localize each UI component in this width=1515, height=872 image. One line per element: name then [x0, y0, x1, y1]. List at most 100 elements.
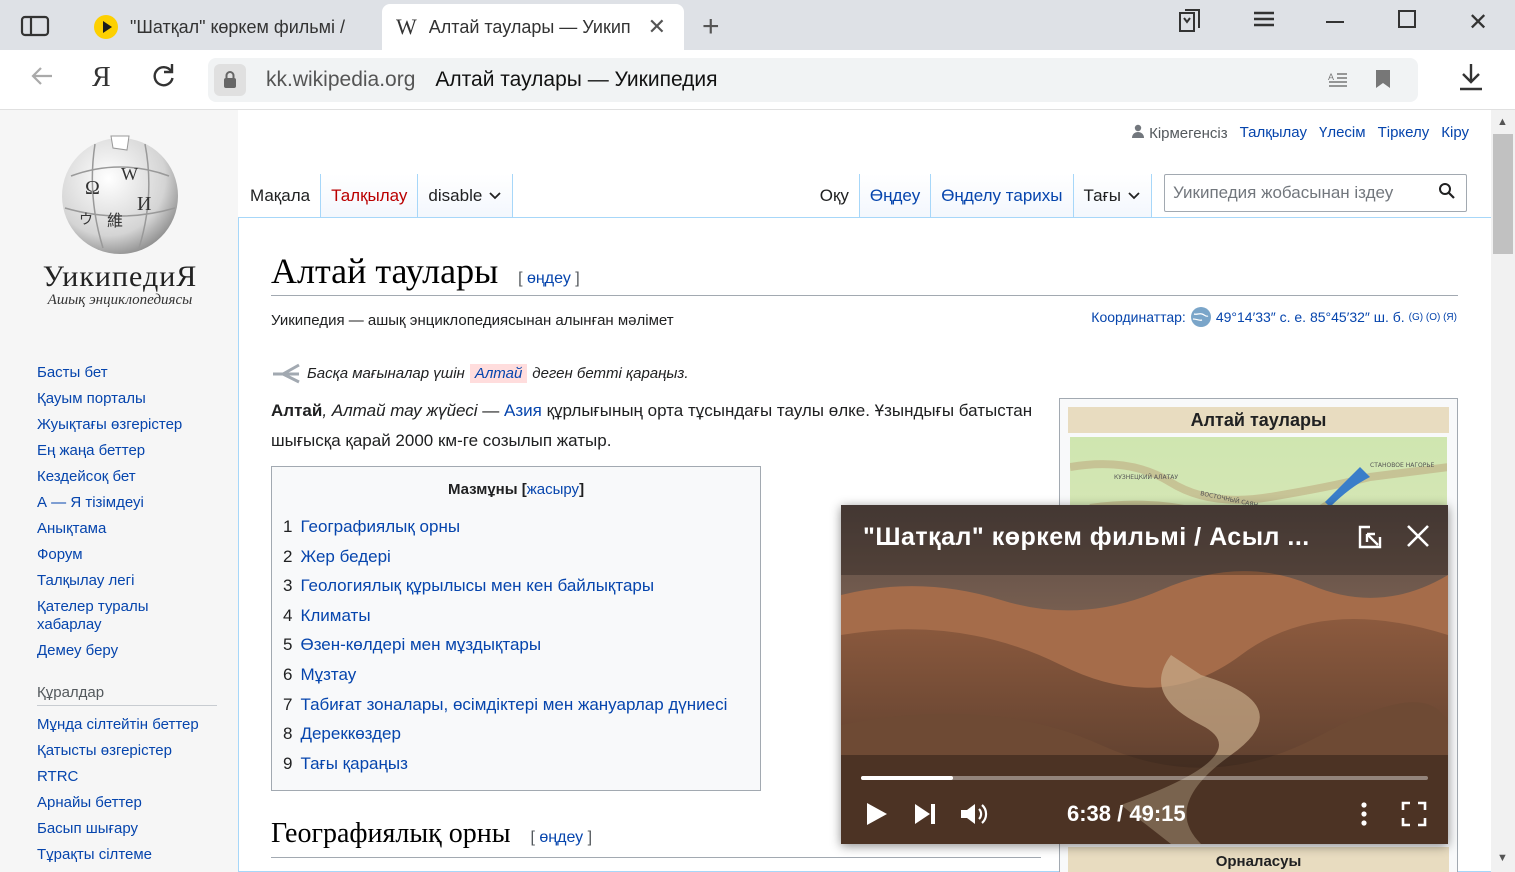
asia-link[interactable]: Азия [504, 401, 542, 420]
url-domain: kk.wikipedia.org [266, 68, 416, 91]
reload-icon[interactable] [150, 62, 176, 97]
variant-label: disable [428, 185, 483, 205]
disambiguation-icon [273, 363, 300, 384]
address-bar[interactable]: kk.wikipedia.org Алтай таулары — Уикипед… [208, 58, 1418, 102]
tool-what-links-here[interactable]: Мұнда сілтейтін беттер [37, 712, 217, 738]
browser-toolbar: Я kk.wikipedia.org Алтай таулары — Уикип… [0, 50, 1515, 110]
more-options-icon[interactable] [1358, 801, 1370, 830]
nav-discussion-feed[interactable]: Талқылау легі [37, 568, 217, 594]
lead-dash: — [477, 401, 505, 420]
search-icon[interactable] [1438, 182, 1456, 205]
personal-register-link[interactable]: Тіркелу [1378, 124, 1430, 142]
close-tab-icon[interactable]: ✕ [648, 14, 666, 40]
scroll-up-icon[interactable]: ▲ [1497, 116, 1508, 128]
tool-permanent-link[interactable]: Тұрақты сілтеме [37, 842, 217, 868]
close-window-icon[interactable]: ✕ [1468, 8, 1488, 37]
svg-text:КУЗНЕЦКИЙ АЛАТАУ: КУЗНЕЦКИЙ АЛАТАУ [1114, 474, 1178, 481]
nav-recent-changes[interactable]: Жуықтағы өзгерістер [37, 412, 217, 438]
nav-donate[interactable]: Демеу беру [37, 638, 217, 664]
personal-contributions-link[interactable]: Үлесім [1319, 124, 1366, 142]
tab-wikipedia[interactable]: W Алтай таулары — Уикип ✕ [382, 4, 684, 50]
svg-text:ウ: ウ [79, 212, 93, 228]
lock-icon[interactable] [214, 64, 246, 96]
toc-item[interactable]: 8 Дереккөздер [283, 719, 760, 749]
restore-video-icon[interactable] [1356, 523, 1384, 554]
puzzle-globe-icon: Ω W И 維 ウ [51, 128, 189, 258]
wikipedia-logo[interactable]: Ω W И 維 ウ УикипедиЯ Ашық энциклопедиясы [30, 128, 210, 309]
scroll-down-icon[interactable]: ▼ [1497, 852, 1508, 864]
tab-variant-dropdown[interactable]: disable [418, 174, 514, 217]
download-icon[interactable] [1458, 62, 1484, 100]
toc-item[interactable]: 3 Геологиялық құрылысы мен кен байлықтары [283, 571, 760, 601]
coords-map-links[interactable]: (G) (O) (Я) [1409, 312, 1457, 323]
svg-text:Ω: Ω [85, 177, 100, 199]
wikipedia-favicon-icon: W [396, 14, 417, 39]
hatnote-text-after: деген бетті қараңыз. [532, 364, 689, 382]
play-icon[interactable] [863, 801, 889, 830]
bookmark-icon[interactable] [1375, 69, 1391, 92]
video-popup[interactable]: "Шатқал" көркем фильмі / Асыл ... 6:38 /… [841, 505, 1448, 844]
maximize-icon[interactable] [1396, 8, 1418, 37]
tool-rtrc[interactable]: RTRC [37, 764, 217, 790]
close-video-icon[interactable] [1405, 523, 1431, 552]
menu-icon[interactable] [1252, 8, 1276, 37]
new-tab-icon[interactable]: + [702, 10, 720, 44]
page-heading: Алтай таулары [ өңдеу ] [271, 250, 1458, 296]
tab-history[interactable]: Өңделу тарихы [931, 174, 1074, 217]
tab-edit[interactable]: Өңдеу [859, 174, 932, 217]
collections-icon[interactable] [1178, 8, 1202, 41]
nav-forum[interactable]: Форум [37, 542, 217, 568]
tab-read[interactable]: Оқу [809, 174, 860, 217]
toc-title: Мазмұны [жасыру] [447, 481, 585, 498]
view-tabs: Оқу Өңдеу Өңделу тарихы Тағы Уикипедия ж… [809, 174, 1491, 217]
nav-a-z-index[interactable]: А — Я тізімдеуі [37, 490, 217, 516]
page-title: Алтай таулары [271, 251, 499, 291]
wordmark: УикипедиЯ [42, 260, 198, 293]
reader-mode-icon[interactable]: A [1328, 70, 1348, 93]
nav-main-page[interactable]: Басты бет [37, 360, 217, 386]
edit-link-text[interactable]: өңдеу [527, 270, 571, 287]
tab-article[interactable]: Мақала [240, 174, 322, 217]
tool-special-pages[interactable]: Арнайы беттер [37, 790, 217, 816]
section-edit-link: [ өңдеу ] [530, 829, 593, 846]
fullscreen-icon[interactable] [1401, 801, 1427, 830]
sidebar-toggle-icon[interactable] [20, 15, 50, 37]
svg-text:W: W [121, 164, 138, 184]
toc-item[interactable]: 5 Өзен-көлдері мен мұздықтары [283, 630, 760, 660]
vertical-scrollbar[interactable]: ▲ ▼ [1491, 110, 1515, 872]
volume-icon[interactable] [959, 801, 989, 830]
back-arrow-icon[interactable] [28, 62, 56, 97]
yandex-button[interactable]: Я [92, 62, 111, 94]
nav-new-pages[interactable]: Ең жаңа беттер [37, 438, 217, 464]
toc-item[interactable]: 1 Географиялық орны [283, 512, 760, 542]
tool-related-changes[interactable]: Қатысты өзгерістер [37, 738, 217, 764]
toc-item[interactable]: 9 Тағы қараңыз [283, 749, 760, 779]
tab-more-dropdown[interactable]: Тағы [1073, 174, 1152, 217]
search-input[interactable]: Уикипедия жобасынан іздеу [1164, 174, 1467, 212]
tab-talk[interactable]: Талқылау [321, 174, 419, 217]
nav-random-page[interactable]: Кездейсоқ бет [37, 464, 217, 490]
toc-item[interactable]: 6 Мұзтау [283, 660, 760, 690]
nav-community-portal[interactable]: Қауым порталы [37, 386, 217, 412]
hatnote-link[interactable]: Алтай [469, 363, 528, 383]
nav-report-errors[interactable]: Қателер туралы хабарлау [37, 594, 217, 638]
toc-item[interactable]: 4 Климаты [283, 601, 760, 631]
next-icon[interactable] [912, 801, 938, 830]
nav-help[interactable]: Анықтама [37, 516, 217, 542]
personal-talk-link[interactable]: Талқылау [1240, 124, 1307, 142]
svg-text:維: 維 [107, 211, 123, 230]
toc-hide-link[interactable]: жасыру [527, 481, 579, 498]
toc-item[interactable]: 2 Жер бедері [283, 542, 760, 572]
lead-italic: , Алтай тау жүйесі [322, 401, 478, 420]
scrollbar-thumb[interactable] [1493, 134, 1513, 254]
coords-value[interactable]: 49°14′33″ с. е. 85°45′32″ ш. б. [1216, 309, 1405, 325]
section-title: Географиялық орны [271, 818, 511, 849]
toc-item[interactable]: 7 Табиғат зоналары, өсімдіктері мен жануа… [283, 690, 760, 720]
toc-list: 1 Географиялық орны 2 Жер бедері 3 Геология… [283, 512, 760, 778]
minimize-icon[interactable] [1323, 6, 1347, 37]
personal-login-link[interactable]: Кіру [1441, 124, 1469, 142]
tool-print[interactable]: Басып шығару [37, 816, 217, 842]
tab-title: "Шатқал" көркем фильмі / [130, 16, 346, 37]
section-edit-link-text[interactable]: өңдеу [539, 829, 583, 846]
tab-video[interactable]: "Шатқал" көркем фильмі / [84, 4, 380, 50]
